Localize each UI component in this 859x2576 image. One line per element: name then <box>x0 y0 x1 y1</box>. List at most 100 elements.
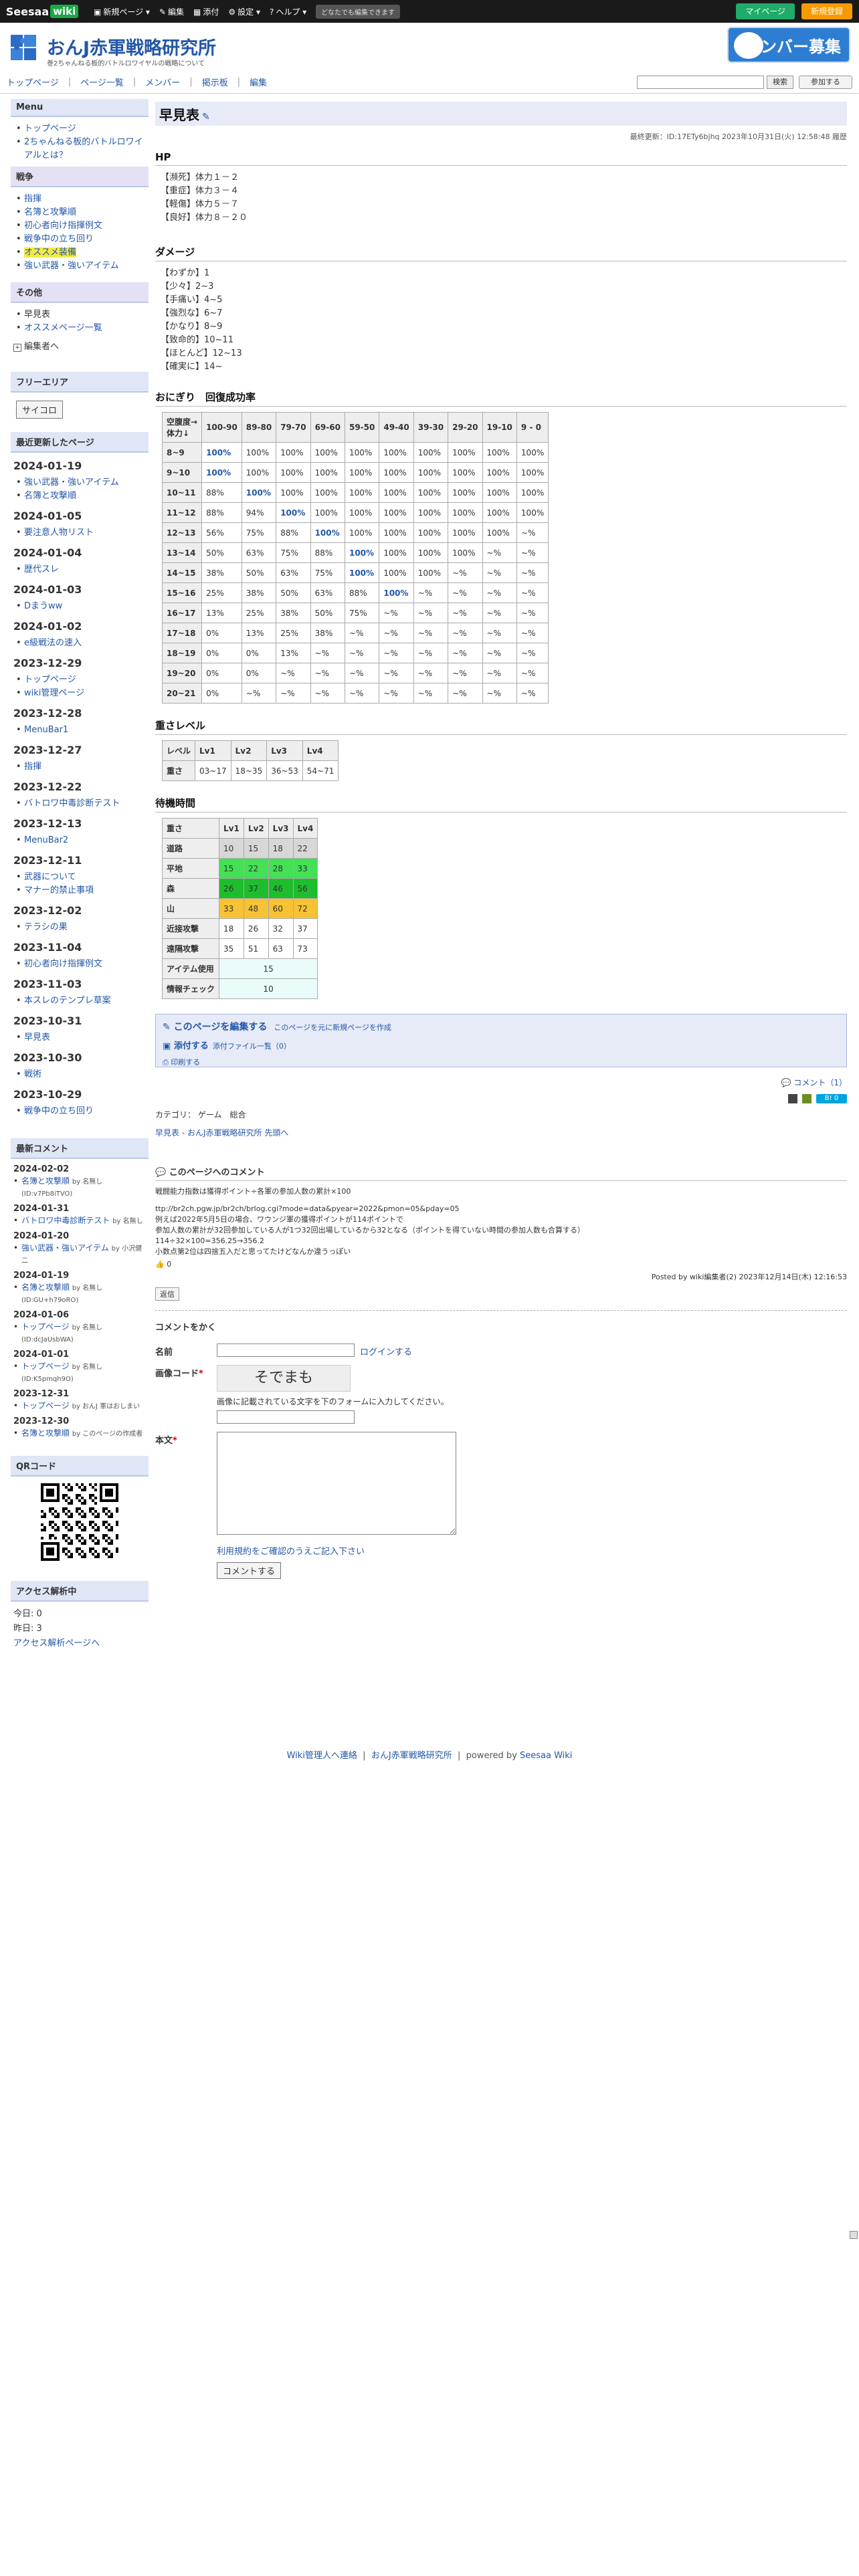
sidebar-link-highlight[interactable]: オススメ装備 <box>24 247 77 257</box>
powered-by: powered by <box>466 1751 517 1761</box>
recent-page-link[interactable]: 初心者向け指揮例文 <box>24 959 102 969</box>
recent-page-link[interactable]: 強い武器・強いアイテム <box>24 477 119 488</box>
attach-link[interactable]: 添付する <box>174 1041 209 1051</box>
recent-page-link[interactable]: Dまうww <box>24 601 62 611</box>
recent-page-link[interactable]: 指揮 <box>24 762 41 772</box>
edit-page-link[interactable]: このページを編集する <box>174 1022 268 1033</box>
comment-textarea[interactable] <box>217 1432 456 1535</box>
toolbar-menu-item[interactable]: ? ヘルプ ▾ <box>270 6 306 17</box>
mypage-button[interactable]: マイページ <box>736 3 795 19</box>
reply-button[interactable]: 返信 <box>155 1287 179 1301</box>
terms-link[interactable]: 利用規約をご確認のうえご記入下さい <box>217 1547 365 1557</box>
join-button[interactable]: 参加する <box>799 76 852 89</box>
breadcrumb[interactable]: 早見表 - おんJ赤軍戦略研究所 先頭へ <box>155 1127 847 1138</box>
site-title[interactable]: おんJ赤軍戦略研究所 <box>47 33 216 60</box>
nav-page-list[interactable]: ページ一覧 <box>80 76 124 88</box>
recent-page-link[interactable]: 名簿と攻撃順 <box>24 491 76 501</box>
sidebar-link[interactable]: 初心者向け指揮例文 <box>24 221 102 231</box>
recent-page-list: 戦術 <box>11 1068 149 1081</box>
comment-date: 2023-12-30 <box>13 1416 70 1426</box>
recent-page-link[interactable]: 早見表 <box>24 1033 50 1043</box>
comment-score[interactable]: 👍 0 <box>155 1260 847 1269</box>
comment-page-link[interactable]: トップページ <box>21 1322 70 1331</box>
toolbar-menu-item[interactable]: ▦ 添付 <box>193 6 219 17</box>
recent-page-link[interactable]: 武器について <box>24 872 76 882</box>
access-link[interactable]: アクセス解析ページへ <box>13 1638 100 1648</box>
editor-menu-label: 編集者へ <box>24 342 60 352</box>
sidebar-link[interactable]: 指揮 <box>24 194 41 204</box>
table-cell: 50% <box>276 582 311 603</box>
toolbar-menu-item[interactable]: ✎ 編集 <box>159 6 184 17</box>
sidebar-link[interactable]: 名簿と攻撃順 <box>24 207 76 217</box>
recent-page-link[interactable]: e級戦法の速入 <box>24 638 82 648</box>
recent-page-link[interactable]: テラシの果 <box>24 922 68 932</box>
hatena-bookmark-button[interactable]: B! 0 <box>816 1093 847 1103</box>
search-button[interactable]: 検索 <box>767 76 793 89</box>
table-row: 8~9 100% 100% 100% 100% 100% 100% 100% 100% 100% 1… <box>161 442 549 463</box>
table-cell: 26 <box>219 878 244 899</box>
footer-seesaa-link[interactable]: Seesaa Wiki <box>520 1751 572 1761</box>
recent-page-link[interactable]: 歴代スレ <box>24 564 59 574</box>
print-icon: ⎙ <box>163 1058 171 1067</box>
attach-list-link[interactable]: 添付ファイル一覧（0） <box>213 1042 291 1051</box>
expand-icon[interactable]: + <box>13 344 21 352</box>
new-from-page-link[interactable]: このページを元に新規ページを作成 <box>274 1023 391 1032</box>
table-cell: 100% <box>379 542 414 563</box>
recent-page-link[interactable]: 要注意人物リスト <box>24 528 94 538</box>
sidebar-link[interactable]: 戦争中の立ち回り <box>24 234 94 244</box>
edit-pencil-icon[interactable]: ✎ <box>202 112 213 122</box>
comment-page-link[interactable]: バトロワ中毒診断テスト <box>21 1216 110 1225</box>
puzzle-logo-icon[interactable] <box>8 28 40 62</box>
recent-page-link[interactable]: MenuBar2 <box>24 835 68 845</box>
name-input[interactable] <box>217 1344 355 1357</box>
search-input[interactable] <box>637 76 764 89</box>
print-link[interactable]: 印刷する <box>171 1058 200 1067</box>
nav-top[interactable]: トップページ <box>7 76 59 88</box>
comment-page-link[interactable]: トップページ <box>21 1401 70 1410</box>
comment-page-link[interactable]: トップページ <box>21 1362 70 1371</box>
captcha-input[interactable] <box>217 1410 355 1424</box>
signup-button[interactable]: 新規登録 <box>801 3 852 19</box>
sidebar-link[interactable]: オススメページ一覧 <box>24 323 102 333</box>
recent-page-link[interactable]: wiki管理ページ <box>24 688 84 698</box>
comment-page-link[interactable]: 強い武器・強いアイテム <box>21 1243 109 1253</box>
page-corner-icon[interactable] <box>850 2231 858 2239</box>
comment-page-link[interactable]: 名簿と攻撃順 <box>21 1428 70 1438</box>
editor-menu[interactable]: + 編集者へ <box>11 339 149 352</box>
table-header-cell: 59-50 <box>344 412 380 443</box>
comment-entry: バトロワ中毒診断テスト by 名無し <box>11 1215 149 1227</box>
line-icon[interactable] <box>801 1093 812 1103</box>
nav-edit[interactable]: 編集 <box>250 76 267 88</box>
table-cell: 63% <box>276 562 311 583</box>
recent-page-link[interactable]: バトロワ中毒診断テスト <box>24 798 120 809</box>
submit-comment-button[interactable]: コメントする <box>217 1562 282 1579</box>
recent-page-link[interactable]: マナー的禁止事項 <box>24 885 94 895</box>
toolbar-menu-item[interactable]: ▣ 新規ページ ▾ <box>94 6 150 17</box>
comment-page-link[interactable]: 名簿と攻撃順 <box>21 1283 70 1292</box>
page-action-box: ✎ このページを編集する このページを元に新規ページを作成 ▣ 添付する 添付ファイ… <box>155 1014 847 1067</box>
footer-site-link[interactable]: おんJ赤軍戦略研究所 <box>371 1751 452 1761</box>
sidebar-link-current[interactable]: 早見表 <box>24 310 50 320</box>
comment-count[interactable]: 💬 コメント（1） <box>155 1077 847 1088</box>
recent-page-link[interactable]: 戦争中の立ち回り <box>24 1106 94 1116</box>
dice-button[interactable]: サイコロ <box>16 401 64 419</box>
sidebar-link[interactable]: トップページ <box>24 124 76 134</box>
recent-page-link[interactable]: MenuBar1 <box>24 725 68 735</box>
table-cell: 54~71 <box>302 760 339 781</box>
sidebar-link[interactable]: 強い武器・強いアイテム <box>24 261 119 271</box>
recent-page-link[interactable]: トップページ <box>24 675 76 685</box>
seesaa-logo[interactable]: Seesaa wiki <box>0 0 84 23</box>
nav-bbs[interactable]: 掲示板 <box>202 76 228 88</box>
onigiri-table: 空腹度→ 体力↓ 100-90 89-80 79-70 69-60 59-50 49-40 3… <box>161 412 549 704</box>
twitter-icon[interactable] <box>787 1093 797 1103</box>
comment-page-link[interactable]: 名簿と攻撃順 <box>21 1176 70 1186</box>
recent-page-link[interactable]: 本スレのテンプレ草案 <box>24 996 111 1006</box>
login-link[interactable]: ログインする <box>360 1345 412 1358</box>
member-recruit-banner[interactable]: メンバー募集 <box>727 27 850 63</box>
sidebar-link[interactable]: 2ちゃんねる板的バトルロワイアルとは？ <box>24 137 143 160</box>
nav-members[interactable]: メンバー <box>145 76 180 88</box>
toolbar-menu-item[interactable]: ⚙ 設定 ▾ <box>228 6 260 17</box>
table-cell: 100% <box>241 462 277 483</box>
recent-page-link[interactable]: 戦術 <box>24 1069 41 1079</box>
footer-admin-link[interactable]: Wiki管理人へ連絡 <box>287 1751 357 1761</box>
